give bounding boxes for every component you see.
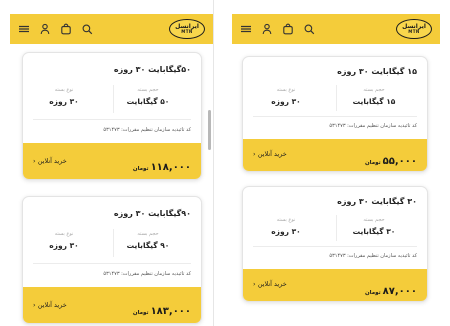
header-bar: ایرانسل MTN: [232, 14, 440, 44]
package-size-value: ۵۰ گیگابایت: [126, 97, 170, 106]
currency-label: تومان: [132, 310, 149, 316]
package-type-value: ۳۰ روزه: [49, 97, 79, 106]
column-divider: [113, 229, 114, 257]
package-type-label: نوع بسته: [276, 87, 296, 93]
package-title: ۵۰گیگابایت ۳۰ روزه: [113, 65, 191, 74]
approval-code: کد تائیدیه سازمان تنظیم مقررات: ۵۳۱۴۷۳: [103, 127, 191, 133]
search-icon[interactable]: [81, 23, 93, 35]
buy-online-label: خرید آنلاین: [37, 301, 67, 309]
package-title: ۹۰گیگابایت ۳۰ روزه: [113, 209, 191, 218]
approval-code: کد تائیدیه سازمان تنظیم مقررات: ۵۳۱۴۷۳: [329, 253, 417, 259]
card-footer: ۵۵,۰۰۰تومان خرید آنلاین ‹: [243, 139, 427, 171]
package-size-label: حجم بسته: [137, 231, 159, 237]
right-screen: ایرانسل MTN ۱۵ گیگابایت ۳۰ روزه حجم بسته…: [232, 0, 440, 326]
buy-online-label: خرید آنلاین: [257, 150, 287, 158]
approval-code: کد تائیدیه سازمان تنظیم مقررات: ۵۳۱۴۷۳: [103, 271, 191, 277]
price-value: ۱۸۳,۰۰۰: [150, 306, 191, 317]
card-footer: ۸۷,۰۰۰تومان خرید آنلاین ‹: [243, 269, 427, 301]
currency-label: تومان: [132, 166, 149, 172]
buy-online-button[interactable]: خرید آنلاین ‹: [253, 150, 287, 158]
approval-code: کد تائیدیه سازمان تنظیم مقررات: ۵۳۱۴۷۳: [329, 123, 417, 129]
divider: [33, 263, 191, 264]
brand-logo[interactable]: ایرانسل MTN: [169, 19, 205, 39]
menu-icon[interactable]: [240, 23, 252, 35]
user-icon[interactable]: [261, 23, 273, 35]
column-divider: [113, 85, 114, 113]
left-screen: ایرانسل MTN ۵۰گیگابایت ۳۰ روزه حجم بسته …: [10, 0, 214, 326]
package-type-label: نوع بسته: [54, 87, 74, 93]
package-type-value: ۳۰ روزه: [271, 97, 301, 106]
buy-online-label: خرید آنلاین: [257, 280, 287, 288]
package-card: ۱۵ گیگابایت ۳۰ روزه حجم بسته ۱۵ گیگابایت…: [242, 56, 428, 172]
package-type-label: نوع بسته: [276, 217, 296, 223]
buy-online-button[interactable]: خرید آنلاین ‹: [253, 280, 287, 288]
buy-online-button[interactable]: خرید آنلاین ‹: [33, 301, 67, 309]
package-type-value: ۳۰ روزه: [271, 227, 301, 236]
package-title: ۱۵ گیگابایت ۳۰ روزه: [337, 67, 417, 76]
divider: [253, 116, 417, 117]
header-bar: ایرانسل MTN: [10, 14, 213, 44]
chevron-left-icon: ‹: [253, 280, 256, 288]
buy-online-button[interactable]: خرید آنلاین ‹: [33, 157, 67, 165]
price-value: ۵۵,۰۰۰: [382, 156, 417, 167]
column-divider: [336, 85, 337, 111]
price: ۱۸۳,۰۰۰تومان: [133, 299, 191, 318]
currency-label: تومان: [364, 160, 381, 166]
price-value: ۸۷,۰۰۰: [382, 286, 417, 297]
logo-sub: MTN: [181, 29, 193, 34]
package-card: ۹۰گیگابایت ۳۰ روزه حجم بسته ۹۰ گیگابایت …: [22, 196, 202, 324]
buy-online-label: خرید آنلاین: [37, 157, 67, 165]
price-value: ۱۱۸,۰۰۰: [150, 162, 191, 173]
currency-label: تومان: [364, 290, 381, 296]
package-card: ۳۰ گیگابایت ۳۰ روزه حجم بسته ۳۰ گیگابایت…: [242, 186, 428, 302]
package-size-value: ۹۰ گیگابایت: [126, 241, 170, 250]
scrollbar-thumb[interactable]: [208, 110, 211, 150]
chevron-left-icon: ‹: [33, 157, 36, 165]
package-type-value: ۳۰ روزه: [49, 241, 79, 250]
search-icon[interactable]: [303, 23, 315, 35]
shopping-bag-icon[interactable]: [282, 23, 294, 35]
price: ۱۱۸,۰۰۰تومان: [133, 155, 191, 174]
divider: [33, 119, 191, 120]
package-size-value: ۱۵ گیگابایت: [352, 97, 396, 106]
card-footer: ۱۱۸,۰۰۰تومان خرید آنلاین ‹: [23, 143, 201, 179]
price: ۵۵,۰۰۰تومان: [365, 149, 417, 168]
menu-icon[interactable]: [18, 23, 30, 35]
divider: [253, 246, 417, 247]
chevron-left-icon: ‹: [33, 301, 36, 309]
package-size-value: ۳۰ گیگابایت: [352, 227, 396, 236]
card-footer: ۱۸۳,۰۰۰تومان خرید آنلاین ‹: [23, 287, 201, 323]
package-title: ۳۰ گیگابایت ۳۰ روزه: [337, 197, 417, 206]
shopping-bag-icon[interactable]: [60, 23, 72, 35]
chevron-left-icon: ‹: [253, 150, 256, 158]
package-card: ۵۰گیگابایت ۳۰ روزه حجم بسته ۵۰ گیگابایت …: [22, 52, 202, 180]
package-type-label: نوع بسته: [54, 231, 74, 237]
column-divider: [336, 215, 337, 241]
logo-sub: MTN: [408, 29, 420, 34]
package-size-label: حجم بسته: [137, 87, 159, 93]
brand-logo[interactable]: ایرانسل MTN: [396, 19, 432, 39]
user-icon[interactable]: [39, 23, 51, 35]
price: ۸۷,۰۰۰تومان: [365, 279, 417, 298]
package-size-label: حجم بسته: [363, 217, 385, 223]
package-size-label: حجم بسته: [363, 87, 385, 93]
